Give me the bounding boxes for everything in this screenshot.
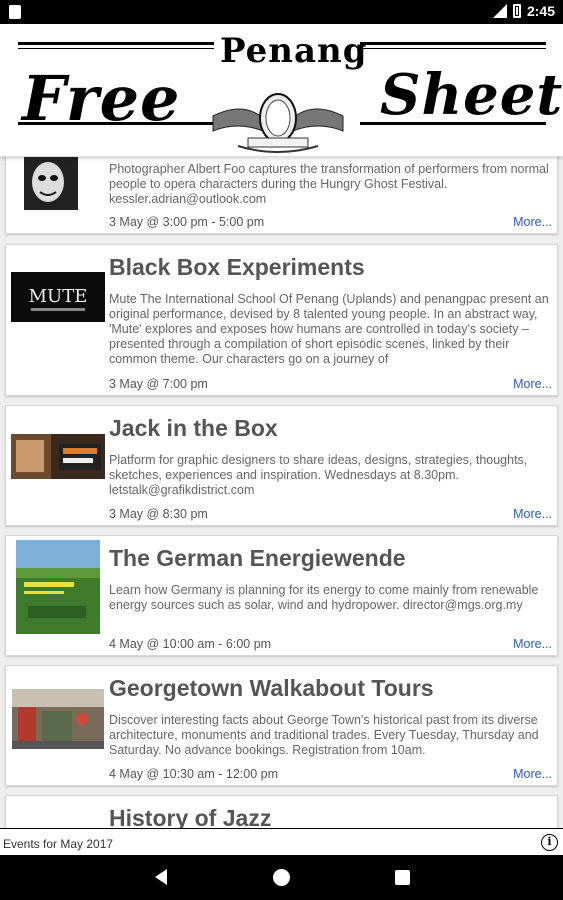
masthead-rule (18, 48, 214, 49)
system-nav-bar (0, 855, 563, 900)
event-thumbnail: MUTE (11, 272, 105, 322)
event-card[interactable]: Georgetown Walkabout Tours Discover inte… (5, 665, 558, 786)
masthead-word-free: Free (22, 62, 181, 135)
event-title[interactable]: The German Energiewende (109, 545, 406, 572)
event-title[interactable]: History of Jazz (109, 805, 271, 828)
thumbnail-text: MUTE (29, 286, 88, 307)
home-icon[interactable] (273, 869, 290, 886)
event-thumbnail (11, 434, 105, 479)
more-link[interactable]: More... (513, 767, 552, 781)
event-title[interactable]: Black Box Experiments (109, 254, 365, 281)
event-description: Learn how Germany is planning for its en… (109, 583, 539, 612)
masthead-rule (18, 42, 214, 45)
event-title[interactable]: Jack in the Box (109, 415, 278, 442)
event-description: Photographer Albert Foo captures the tra… (109, 162, 549, 206)
status-bar: 2:45 (0, 0, 563, 24)
event-description: Mute The International School Of Penang … (109, 292, 549, 366)
more-link[interactable]: More... (513, 507, 552, 521)
event-date: 3 May @ 8:30 pm (109, 507, 208, 521)
event-list[interactable]: Photographer Albert Foo captures the tra… (0, 157, 563, 828)
more-link[interactable]: More... (513, 637, 552, 651)
masthead-rule (360, 48, 546, 49)
status-time: 2:45 (526, 3, 555, 19)
event-card[interactable]: The German Energiewende Learn how German… (5, 535, 558, 656)
masthead-word-penang: Penang (220, 31, 368, 71)
more-link[interactable]: More... (513, 377, 552, 391)
event-date: 3 May @ 7:00 pm (109, 377, 208, 391)
more-link[interactable]: More... (513, 215, 552, 229)
event-description: Platform for graphic designers to share … (109, 453, 528, 497)
footer-label: Events for May 2017 (3, 837, 114, 851)
signal-icon (492, 4, 507, 18)
event-thumbnail (16, 540, 100, 634)
masthead-word-sheet: Sheet (380, 62, 563, 128)
event-thumbnail (24, 157, 78, 210)
event-title[interactable]: Georgetown Walkabout Tours (109, 675, 434, 702)
event-date: 3 May @ 3:00 pm - 5:00 pm (109, 215, 265, 229)
event-card[interactable]: Photographer Albert Foo captures the tra… (5, 157, 558, 234)
event-thumbnail (12, 689, 104, 749)
event-date: 4 May @ 10:00 am - 6:00 pm (109, 637, 272, 651)
event-card[interactable]: MUTE Black Box Experiments Mute The Inte… (5, 244, 558, 396)
event-description: Discover interesting facts about George … (109, 713, 539, 757)
event-date: 4 May @ 10:30 am - 12:00 pm (109, 767, 279, 781)
masthead-emblem-icon (212, 93, 344, 153)
recent-apps-icon[interactable] (395, 870, 410, 885)
masthead: Free Penang Sheet (0, 24, 563, 157)
masthead-rule (360, 42, 546, 45)
event-card[interactable]: Jack in the Box Platform for graphic des… (5, 405, 558, 526)
info-icon[interactable]: i (541, 834, 558, 851)
event-card[interactable]: History of Jazz (5, 795, 558, 828)
battery-icon (512, 4, 521, 18)
back-icon[interactable] (155, 869, 167, 885)
footer-bar: Events for May 2017 i (0, 828, 563, 855)
notification-icon (9, 5, 21, 19)
